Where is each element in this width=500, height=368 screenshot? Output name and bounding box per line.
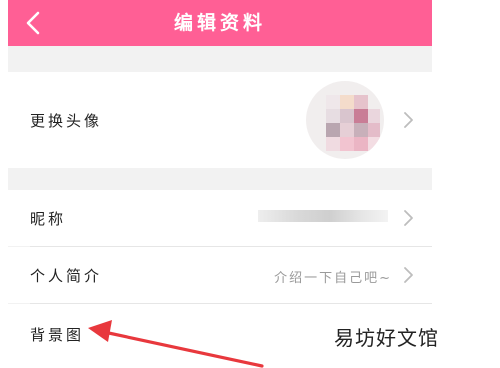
annotation-arrow xyxy=(88,320,264,368)
watermark-text: 易坊好文馆 xyxy=(334,326,439,350)
watermark: 易坊好文馆 xyxy=(320,314,500,360)
